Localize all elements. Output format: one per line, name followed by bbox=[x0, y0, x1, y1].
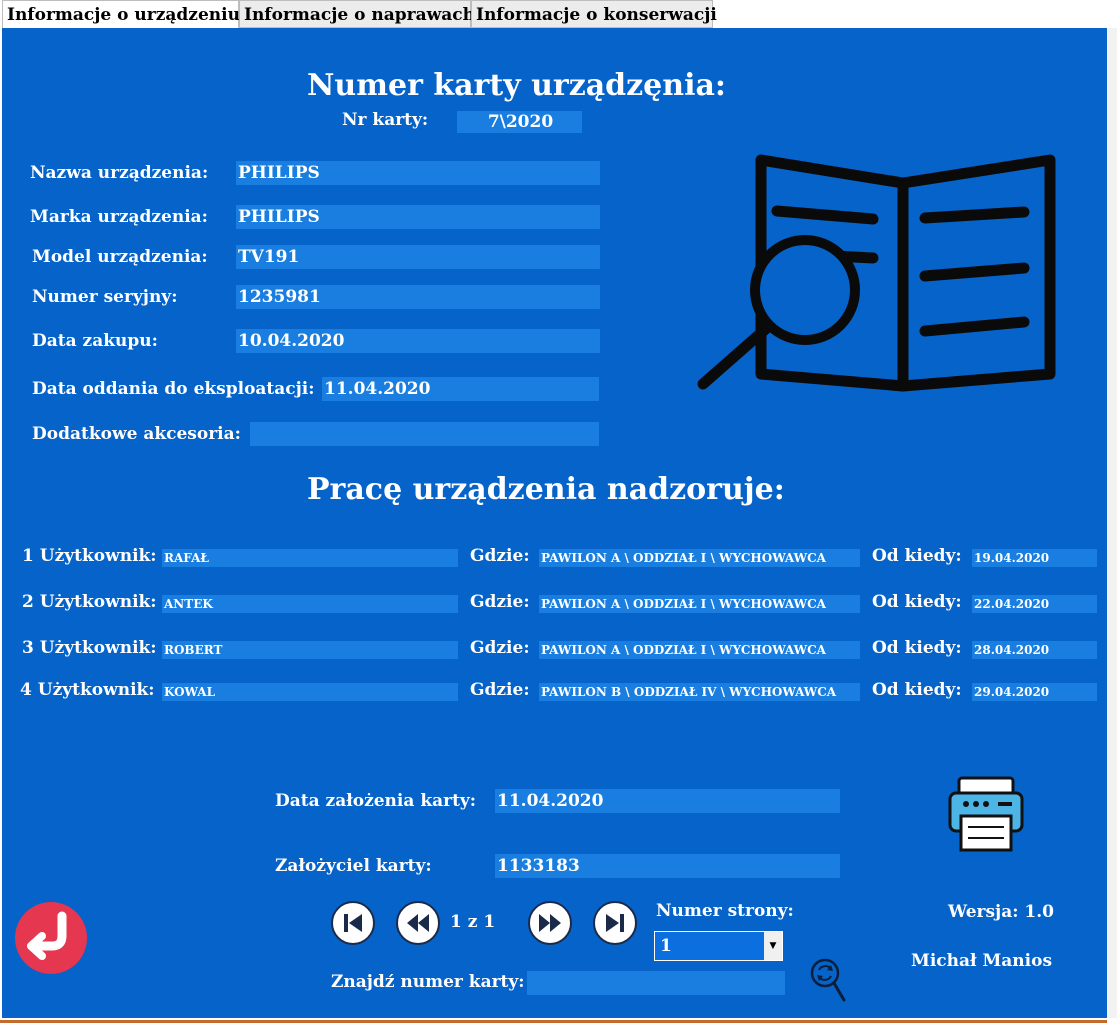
previous-page-button[interactable] bbox=[396, 901, 440, 945]
serial-number-field[interactable]: 1235981 bbox=[236, 285, 600, 309]
tab-maintenance[interactable]: Informacje o konserwacji bbox=[471, 0, 717, 28]
user-2-since-field[interactable]: 22.04.2020 bbox=[972, 595, 1097, 613]
user-3-since-field[interactable]: 28.04.2020 bbox=[972, 641, 1097, 659]
user-4-where-field[interactable]: PAWILON B \ ODDZIAŁ IV \ WYCHOWAWCA bbox=[539, 683, 860, 701]
next-page-button[interactable] bbox=[528, 901, 572, 945]
tab-repairs[interactable]: Informacje o naprawach bbox=[239, 0, 475, 28]
device-model-field[interactable]: TV191 bbox=[236, 245, 600, 269]
user-4-since-label: Od kiedy: bbox=[872, 680, 962, 700]
device-brand-field[interactable]: PHILIPS bbox=[236, 205, 600, 229]
bottom-border bbox=[0, 1018, 1117, 1025]
tab-device-info[interactable]: Informacje o urządzeniu bbox=[2, 0, 240, 30]
author-label: Michał Manios bbox=[911, 951, 1053, 971]
user-3-label: 3 Użytkownik: bbox=[22, 638, 157, 658]
supervision-title: Pracę urządzenia nadzoruje: bbox=[307, 472, 785, 507]
find-card-field[interactable] bbox=[527, 971, 785, 995]
purchase-date-label: Data zakupu: bbox=[32, 331, 158, 351]
user-2-where-label: Gdzie: bbox=[470, 592, 530, 612]
purchase-date-field[interactable]: 10.04.2020 bbox=[236, 329, 600, 353]
device-brand-label: Marka urządzenia: bbox=[30, 207, 208, 227]
user-4-where-label: Gdzie: bbox=[470, 680, 530, 700]
window-edge bbox=[1107, 28, 1117, 1025]
card-title: Numer karty urządzęnia: bbox=[307, 68, 726, 103]
first-page-icon bbox=[344, 914, 362, 932]
user-4-since-field[interactable]: 29.04.2020 bbox=[972, 683, 1097, 701]
previous-page-icon bbox=[407, 914, 429, 932]
tab-bar: Informacje o urządzeniu Informacje o nap… bbox=[0, 0, 1117, 30]
dropdown-arrow-icon[interactable]: ▼ bbox=[764, 932, 782, 960]
last-page-button[interactable] bbox=[593, 901, 637, 945]
user-2-since-label: Od kiedy: bbox=[872, 592, 962, 612]
back-arrow-icon[interactable] bbox=[13, 900, 89, 976]
card-number-label: Nr karty: bbox=[342, 110, 429, 130]
user-4-name-field[interactable]: KOWAL bbox=[162, 683, 458, 701]
user-1-since-label: Od kiedy: bbox=[872, 546, 962, 566]
page-number-label: Numer strony: bbox=[656, 901, 794, 921]
page-number-select[interactable]: 1 ▼ bbox=[654, 931, 783, 961]
find-card-label: Znajdź numer karty: bbox=[331, 972, 525, 992]
card-number-field[interactable]: 7\2020 bbox=[457, 111, 582, 133]
user-2-name-field[interactable]: ANTEK bbox=[162, 595, 458, 613]
page-info: 1 z 1 bbox=[450, 912, 496, 932]
user-3-where-field[interactable]: PAWILON A \ ODDZIAŁ I \ WYCHOWAWCA bbox=[539, 641, 860, 659]
user-1-where-field[interactable]: PAWILON A \ ODDZIAŁ I \ WYCHOWAWCA bbox=[539, 549, 860, 567]
first-page-button[interactable] bbox=[331, 901, 375, 945]
version-label: Wersja: 1.0 bbox=[948, 902, 1054, 922]
card-founder-field[interactable]: 1133183 bbox=[495, 854, 840, 878]
printer-icon[interactable] bbox=[946, 775, 1026, 853]
book-search-icon bbox=[697, 154, 1056, 392]
user-2-label: 2 Użytkownik: bbox=[22, 592, 157, 612]
card-created-label: Data założenia karty: bbox=[275, 791, 477, 811]
page-number-value: 1 bbox=[660, 936, 672, 956]
user-2-where-field[interactable]: PAWILON A \ ODDZIAŁ I \ WYCHOWAWCA bbox=[539, 595, 860, 613]
accessories-label: Dodatkowe akcesoria: bbox=[32, 424, 241, 444]
user-3-name-field[interactable]: ROBERT bbox=[162, 641, 458, 659]
device-name-label: Nazwa urządzenia: bbox=[30, 163, 209, 183]
user-4-label: 4 Użytkownik: bbox=[20, 680, 155, 700]
user-1-name-field[interactable]: RAFAŁ bbox=[162, 549, 458, 567]
user-1-label: 1 Użytkownik: bbox=[22, 546, 157, 566]
device-name-field[interactable]: PHILIPS bbox=[236, 161, 600, 185]
user-1-where-label: Gdzie: bbox=[470, 546, 530, 566]
serial-number-label: Numer seryjny: bbox=[32, 287, 178, 307]
user-3-since-label: Od kiedy: bbox=[872, 638, 962, 658]
card-founder-label: Założyciel karty: bbox=[275, 856, 432, 876]
card-created-field[interactable]: 11.04.2020 bbox=[495, 789, 840, 813]
search-refresh-icon[interactable] bbox=[808, 956, 848, 1004]
commission-date-field[interactable]: 11.04.2020 bbox=[322, 377, 599, 401]
commission-date-label: Data oddania do eksploatacji: bbox=[32, 379, 315, 399]
accessories-field[interactable] bbox=[250, 422, 599, 446]
user-3-where-label: Gdzie: bbox=[470, 638, 530, 658]
device-model-label: Model urządzenia: bbox=[32, 247, 208, 267]
last-page-icon bbox=[606, 914, 624, 932]
user-1-since-field[interactable]: 19.04.2020 bbox=[972, 549, 1097, 567]
next-page-icon bbox=[539, 914, 561, 932]
